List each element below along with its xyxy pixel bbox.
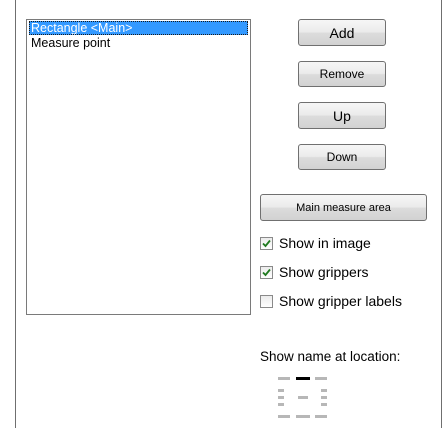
show-in-image-option[interactable]: Show in image bbox=[260, 234, 371, 252]
list-item-rectangle-main[interactable]: Rectangle <Main> bbox=[29, 21, 248, 35]
location-top-left[interactable] bbox=[278, 377, 290, 380]
location-bottom-right[interactable] bbox=[315, 415, 327, 418]
show-grippers-label: Show grippers bbox=[279, 264, 369, 280]
down-button[interactable]: Down bbox=[298, 144, 386, 170]
location-center[interactable] bbox=[298, 396, 308, 399]
name-location-picker-icon[interactable] bbox=[278, 375, 342, 423]
measure-area-list[interactable]: Rectangle <Main> Measure point bbox=[26, 19, 251, 315]
checkmark-icon bbox=[262, 268, 271, 276]
location-right-top[interactable] bbox=[321, 389, 327, 392]
location-top-right[interactable] bbox=[315, 377, 327, 380]
up-button[interactable]: Up bbox=[298, 102, 386, 129]
name-location-label: Show name at location: bbox=[260, 349, 401, 364]
location-left-top[interactable] bbox=[278, 389, 284, 392]
checkmark-icon bbox=[262, 239, 271, 247]
list-item-measure-point[interactable]: Measure point bbox=[29, 36, 248, 50]
show-grippers-option[interactable]: Show grippers bbox=[260, 263, 369, 281]
show-gripper-labels-label: Show gripper labels bbox=[279, 293, 402, 309]
location-right-bottom[interactable] bbox=[321, 403, 327, 406]
location-bottom-center[interactable] bbox=[296, 415, 310, 418]
location-left-center[interactable] bbox=[278, 396, 284, 399]
location-bottom-left[interactable] bbox=[278, 415, 290, 418]
main-measure-area-button[interactable]: Main measure area bbox=[260, 194, 427, 221]
panel-left-border bbox=[15, 0, 16, 428]
show-in-image-label: Show in image bbox=[279, 235, 371, 251]
show-grippers-checkbox[interactable] bbox=[260, 265, 273, 279]
location-right-center[interactable] bbox=[321, 396, 327, 399]
show-gripper-labels-checkbox[interactable] bbox=[260, 294, 273, 308]
show-in-image-checkbox[interactable] bbox=[260, 236, 273, 250]
location-left-bottom[interactable] bbox=[278, 403, 284, 406]
remove-button[interactable]: Remove bbox=[298, 61, 386, 87]
location-top-center[interactable] bbox=[296, 377, 310, 380]
panel-right-border bbox=[441, 0, 442, 428]
add-button[interactable]: Add bbox=[298, 19, 386, 46]
show-gripper-labels-option[interactable]: Show gripper labels bbox=[260, 292, 402, 310]
